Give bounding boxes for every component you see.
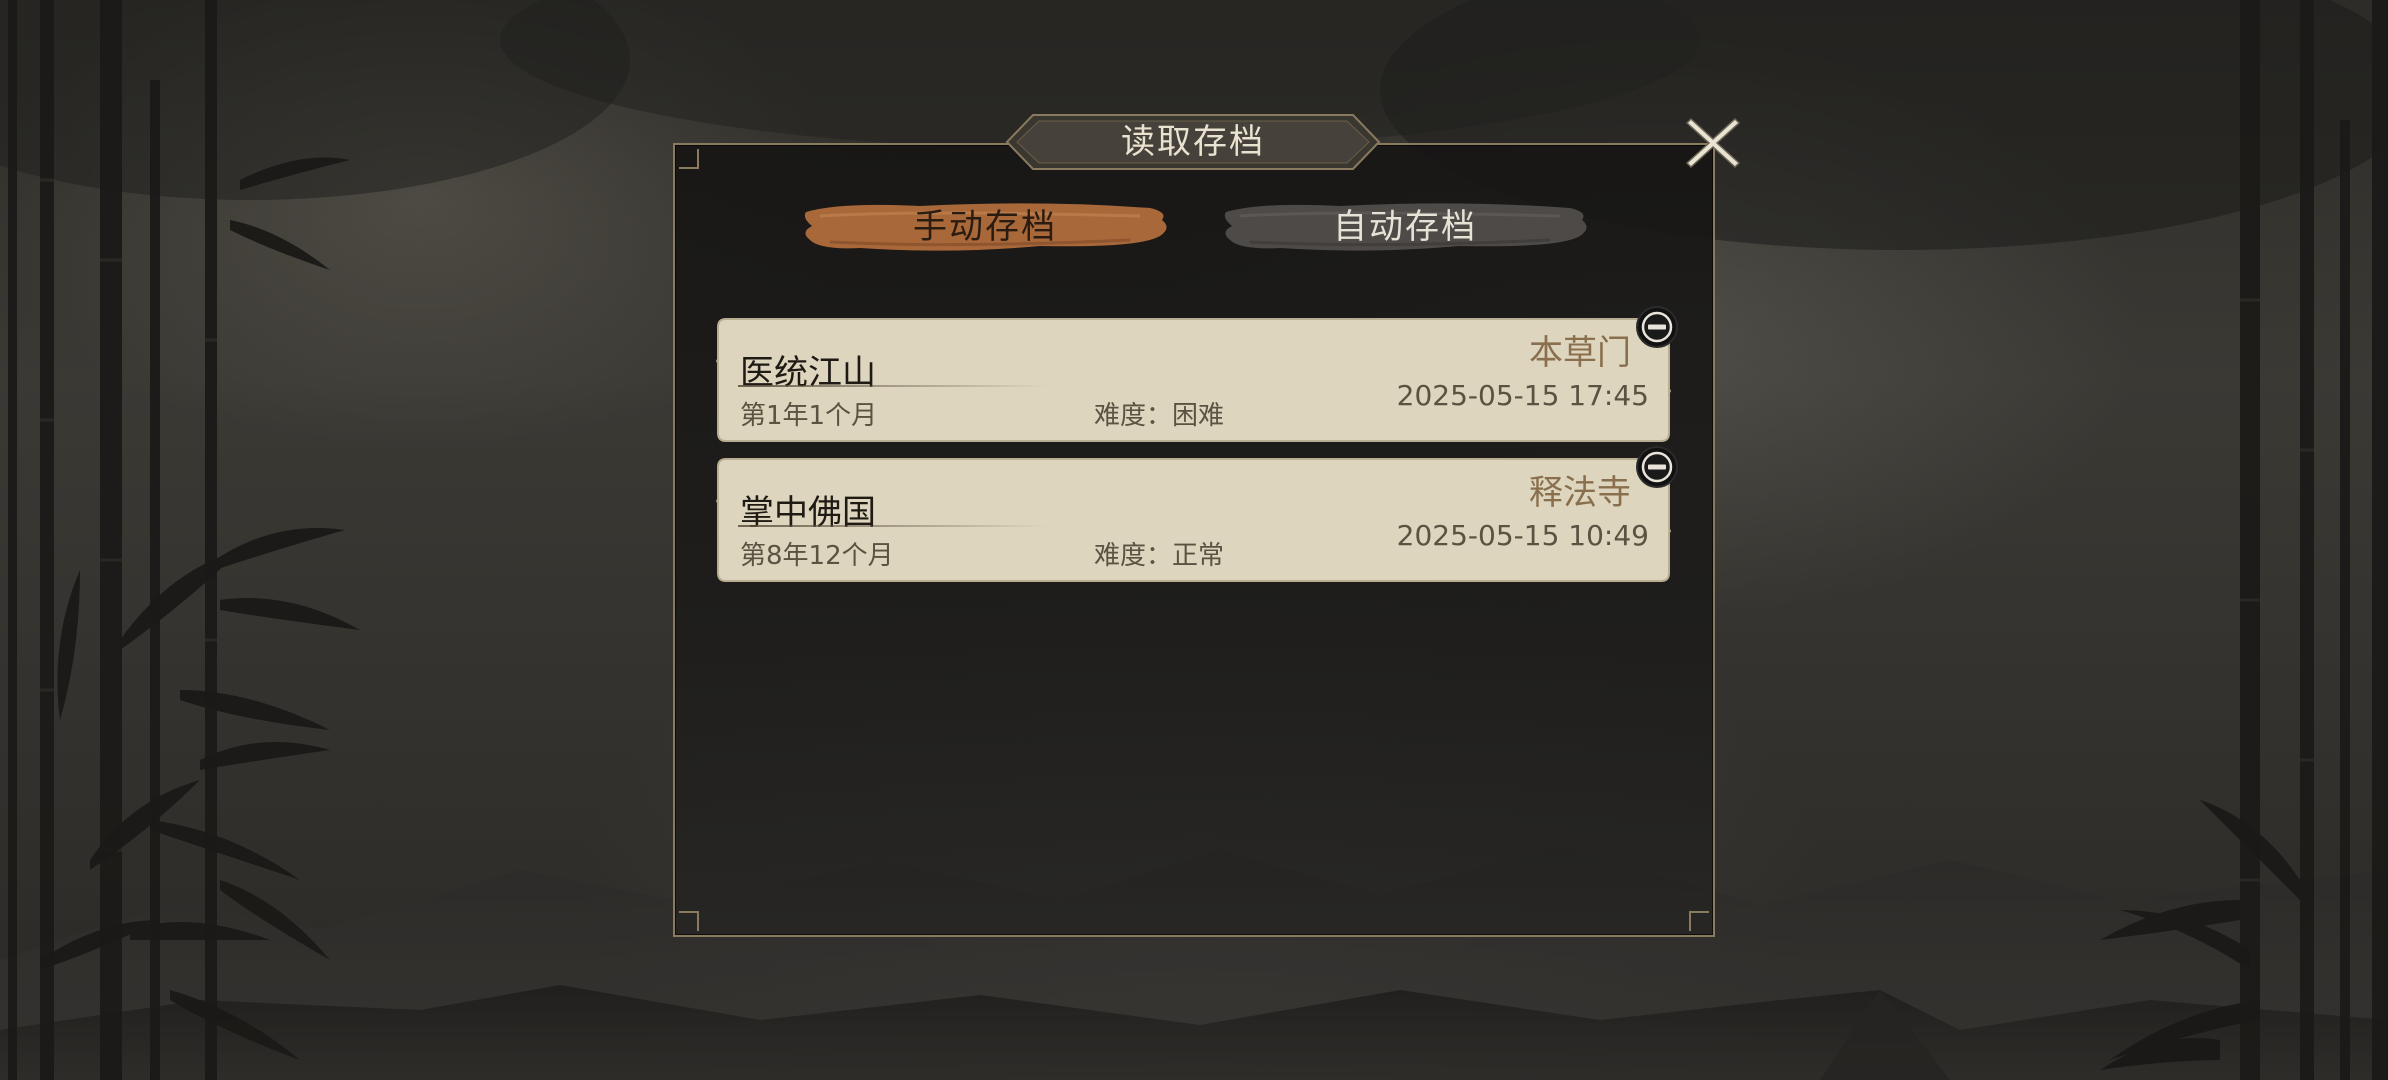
- delete-save-button[interactable]: [1635, 445, 1679, 489]
- close-button[interactable]: [1683, 113, 1743, 173]
- close-icon: [1685, 117, 1741, 169]
- save-slot-card[interactable]: 医统江山 第1年1个月 难度：困难 本草门 2025-05-15 17:45: [716, 306, 1678, 443]
- panel-corner-ornament: [679, 911, 699, 931]
- save-slot-card[interactable]: 掌中佛国 第8年12个月 难度：正常 释法寺 2025-05-15 10:49: [716, 446, 1678, 583]
- tab-auto-save[interactable]: 自动存档: [1220, 198, 1590, 256]
- tab-manual-label: 手动存档: [913, 207, 1057, 247]
- save-difficulty: 难度：困难: [1094, 401, 1225, 431]
- delete-save-button[interactable]: [1635, 305, 1679, 349]
- save-faction: 本草门: [1529, 333, 1631, 373]
- dialog-title: 读取存档: [1121, 122, 1265, 162]
- panel-corner-ornament: [1689, 911, 1709, 931]
- tab-auto-label: 自动存档: [1333, 207, 1477, 247]
- save-difficulty: 难度：正常: [1094, 541, 1225, 571]
- save-timestamp: 2025-05-15 10:49: [1396, 519, 1649, 552]
- panel-corner-ornament: [679, 149, 699, 169]
- save-timestamp: 2025-05-15 17:45: [1396, 379, 1649, 412]
- save-name-underline: [738, 525, 1048, 527]
- minus-circle-icon: [1636, 306, 1678, 348]
- game-screen: 读取存档 手动存档 自动存档 医统江山 第1年1个月 难度：困难 本草门 202…: [0, 0, 2388, 1080]
- dialog-title-plaque: 读取存档: [1003, 111, 1383, 173]
- save-name-underline: [738, 385, 1048, 387]
- save-game-time: 第1年1个月: [740, 401, 878, 431]
- save-faction: 释法寺: [1529, 473, 1631, 513]
- tab-manual-save[interactable]: 手动存档: [800, 198, 1170, 256]
- save-game-time: 第8年12个月: [740, 541, 894, 571]
- minus-circle-icon: [1636, 446, 1678, 488]
